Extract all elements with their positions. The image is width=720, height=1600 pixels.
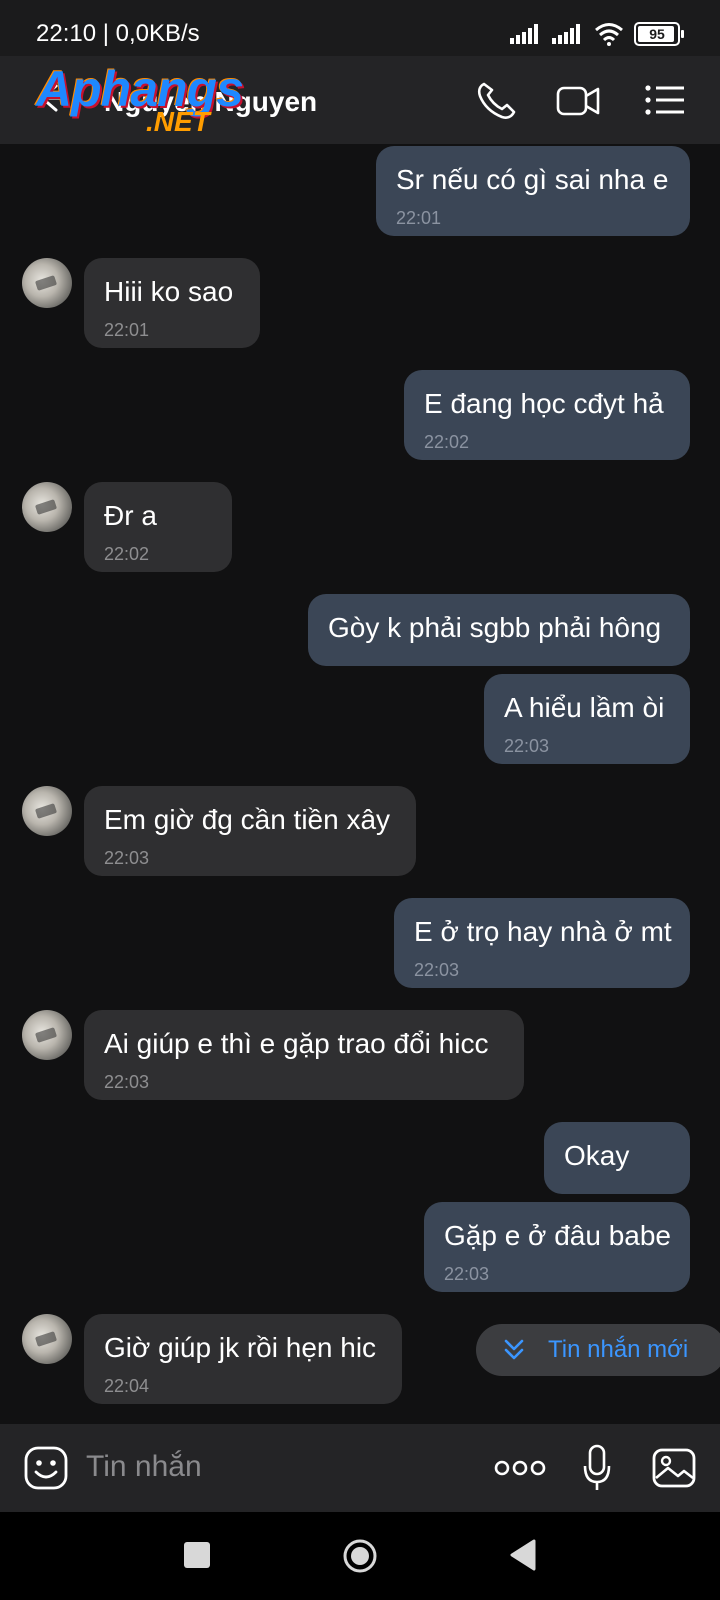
emoji-sticker-icon[interactable]: [24, 1446, 68, 1490]
message-text: Đr a: [104, 500, 157, 531]
double-chevron-down-icon: [504, 1339, 524, 1360]
battery-level: 95: [649, 26, 665, 42]
message-text: Sr nếu có gì sai nha e: [396, 164, 669, 195]
signal-icon: [510, 24, 538, 44]
status-icons: 95: [510, 22, 684, 46]
avatar[interactable]: [22, 258, 72, 308]
message-text: A hiểu lầm òi: [504, 692, 665, 723]
message-time: 22:01: [104, 320, 150, 340]
message-bubble[interactable]: Sr nếu có gì sai nha e 22:01: [376, 146, 690, 236]
message-time: 22:03: [104, 848, 150, 868]
message-bubble[interactable]: Em giờ đg cần tiền xây 22:03: [84, 786, 416, 876]
message-text: E đang học cđyt hả: [424, 388, 664, 419]
message-list[interactable]: Sr nếu có gì sai nha e 22:01 Hiii ko sao…: [0, 144, 720, 1424]
back-button-icon[interactable]: [508, 1538, 538, 1572]
message-text: Gòy k phải sgbb phải hông: [328, 612, 662, 643]
message-input[interactable]: Tin nhắn: [86, 1450, 202, 1484]
message-text: E ở trọ hay nhà ở mt: [414, 916, 672, 947]
new-messages-button[interactable]: Tin nhắn mới: [476, 1324, 720, 1376]
message-text: Gặp e ở đâu babe: [444, 1220, 671, 1251]
message-time: 22:04: [104, 1376, 150, 1396]
message-text: Hiii ko sao: [104, 276, 234, 307]
new-messages-label: Tin nhắn mới: [548, 1336, 689, 1363]
message-bubble[interactable]: Okay: [544, 1122, 690, 1194]
status-bar: 22:10 | 0,0KB/s 95: [0, 0, 720, 56]
message-input-bar: Tin nhắn: [0, 1424, 720, 1512]
message-time: 22:03: [104, 1072, 150, 1092]
wifi-icon: [595, 23, 623, 46]
message-text: Okay: [564, 1140, 630, 1171]
message-bubble[interactable]: Giờ giúp jk rồi hẹn hic 22:04: [84, 1314, 402, 1404]
message-text: Giờ giúp jk rồi hẹn hic: [104, 1332, 377, 1363]
phone-call-icon[interactable]: [474, 80, 518, 120]
menu-list-icon[interactable]: [644, 80, 688, 120]
video-call-icon[interactable]: [556, 80, 600, 120]
home-button-icon[interactable]: [342, 1538, 378, 1574]
more-options-icon[interactable]: [494, 1458, 546, 1478]
watermark-text: Aphangs: [36, 61, 244, 117]
system-navigation-bar: [0, 1512, 720, 1600]
avatar[interactable]: [22, 1010, 72, 1060]
message-text: Em giờ đg cần tiền xây: [104, 804, 391, 835]
message-bubble[interactable]: Gòy k phải sgbb phải hông: [308, 594, 690, 666]
message-bubble[interactable]: Gặp e ở đâu babe 22:03: [424, 1202, 690, 1292]
image-gallery-icon[interactable]: [652, 1446, 696, 1490]
message-time: 22:01: [396, 208, 442, 228]
signal-icon: [552, 24, 580, 44]
message-time: 22:03: [414, 960, 460, 980]
battery-icon: 95: [634, 22, 684, 46]
recent-apps-button[interactable]: [184, 1542, 210, 1568]
message-bubble[interactable]: E đang học cđyt hả 22:02: [404, 370, 690, 460]
chat-header: Nguyen Nguyen Aphangs .NET: [0, 56, 720, 144]
message-time: 22:03: [444, 1264, 490, 1284]
message-bubble[interactable]: E ở trọ hay nhà ở mt 22:03: [394, 898, 690, 988]
message-time: 22:02: [104, 544, 150, 564]
message-bubble[interactable]: A hiểu lầm òi 22:03: [484, 674, 690, 764]
message-bubble[interactable]: Ai giúp e thì e gặp trao đổi hicc 22:03: [84, 1010, 524, 1100]
microphone-icon[interactable]: [582, 1444, 612, 1492]
avatar[interactable]: [22, 482, 72, 532]
message-time: 22:02: [424, 432, 470, 452]
message-bubble[interactable]: Đr a 22:02: [84, 482, 232, 572]
message-bubble[interactable]: Hiii ko sao 22:01: [84, 258, 260, 348]
message-time: 22:03: [504, 736, 550, 756]
status-time-speed: 22:10 | 0,0KB/s: [36, 20, 200, 47]
avatar[interactable]: [22, 786, 72, 836]
watermark-suffix: .NET: [146, 106, 210, 137]
watermark-logo: Aphangs .NET: [36, 60, 256, 140]
avatar[interactable]: [22, 1314, 72, 1364]
message-text: Ai giúp e thì e gặp trao đổi hicc: [104, 1028, 489, 1059]
